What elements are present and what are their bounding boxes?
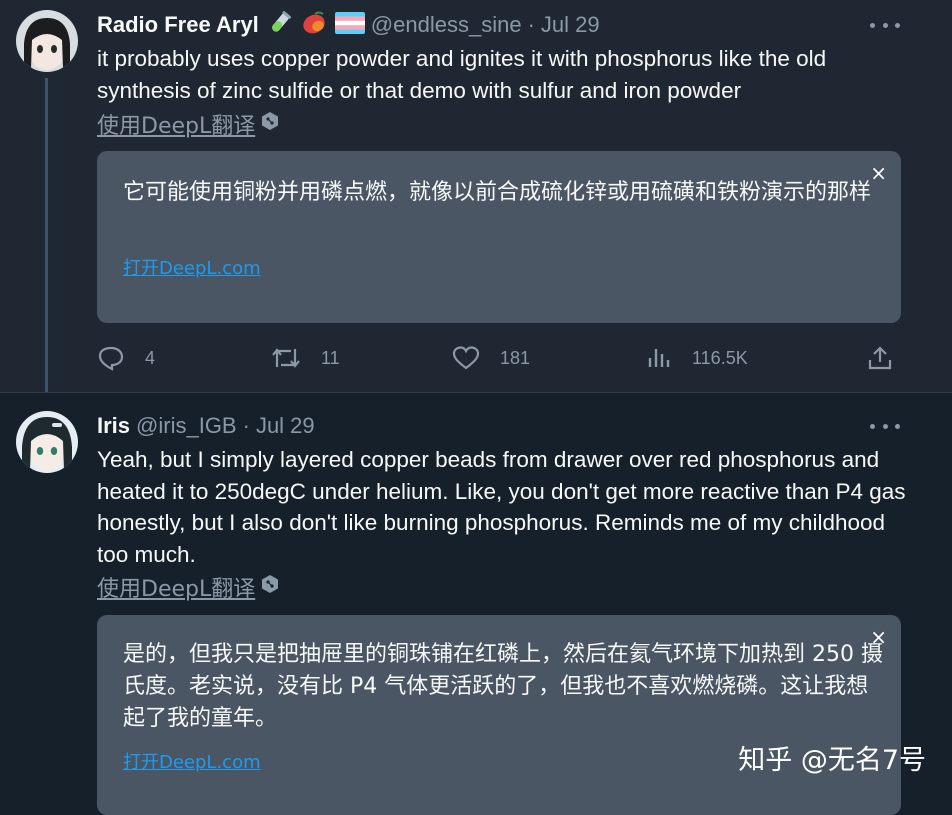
separator-dot: · — [527, 12, 535, 37]
tweet-text: Yeah, but I simply layered copper beads … — [97, 447, 906, 567]
retweet-button[interactable]: 11 — [271, 338, 340, 378]
view-count: 116.5K — [692, 347, 748, 368]
translate-label: 使用DeepL翻译 — [97, 577, 256, 602]
tweet-text: it probably uses copper powder and ignit… — [97, 46, 827, 103]
heart-icon — [452, 346, 480, 370]
views-button[interactable]: 116.5K — [646, 338, 748, 378]
retweet-count: 11 — [321, 347, 340, 368]
share-button[interactable] — [867, 338, 913, 378]
trans-flag-emoji — [334, 11, 365, 39]
test-tube-emoji — [267, 10, 293, 41]
translation-text: 它可能使用铜粉并用磷点燃，就像以前合成硫化锌或用硫磺和铁粉演示的那样 — [123, 180, 872, 205]
mango-emoji — [301, 10, 327, 41]
open-deepl-link[interactable]: 打开DeepL.com — [123, 748, 261, 774]
reply-icon — [98, 346, 124, 371]
translate-with-deepl-link[interactable]: 使用DeepL翻译 — [97, 108, 279, 140]
open-deepl-link[interactable]: 打开DeepL.com — [123, 254, 261, 280]
reply-count: 4 — [145, 347, 156, 368]
views-icon — [648, 349, 670, 367]
tweet-date[interactable]: Jul 29 — [256, 413, 315, 439]
tweet-actions: 4 11 181 116.5K — [97, 338, 902, 378]
display-name[interactable]: Iris — [97, 413, 130, 439]
like-count: 181 — [500, 347, 531, 368]
like-button[interactable]: 181 — [452, 338, 530, 378]
deepl-icon — [261, 111, 279, 137]
tweet-radio-free-aryl[interactable]: Radio Free Aryl @endless_sine · Jul 29 i… — [0, 0, 952, 396]
thread-line — [45, 78, 48, 396]
deepl-icon — [261, 574, 279, 600]
tweet-header: Radio Free Aryl @endless_sine · Jul 29 — [97, 10, 600, 40]
more-options-icon[interactable] — [870, 416, 900, 436]
avatar[interactable] — [16, 411, 78, 473]
retweet-icon — [272, 348, 300, 368]
user-handle[interactable]: @iris_IGB — [136, 413, 237, 439]
translate-with-deepl-link[interactable]: 使用DeepL翻译 — [97, 571, 279, 603]
tweet-header: Iris @iris_IGB · Jul 29 — [97, 411, 315, 441]
translate-label: 使用DeepL翻译 — [97, 114, 256, 139]
share-icon — [868, 346, 892, 370]
avatar[interactable] — [16, 10, 78, 72]
zhihu-watermark: 知乎 @无名7号 — [738, 745, 926, 776]
translation-text: 是的，但我只是把抽屉里的铜珠铺在红磷上，然后在氦气环境下加热到 250 摄氏度。… — [123, 642, 883, 731]
separator-dot: · — [242, 413, 250, 438]
user-handle[interactable]: @endless_sine — [371, 12, 522, 38]
reply-button[interactable]: 4 — [97, 338, 155, 378]
tweet-date[interactable]: Jul 29 — [541, 12, 600, 38]
display-name[interactable]: Radio Free Aryl — [97, 12, 259, 38]
translation-panel: × 是的，但我只是把抽屉里的铜珠铺在红磷上，然后在氦气环境下加热到 250 摄氏… — [97, 615, 901, 815]
more-options-icon[interactable] — [870, 15, 900, 35]
translation-panel: × 它可能使用铜粉并用磷点燃，就像以前合成硫化锌或用硫磺和铁粉演示的那样 打开D… — [97, 151, 901, 323]
